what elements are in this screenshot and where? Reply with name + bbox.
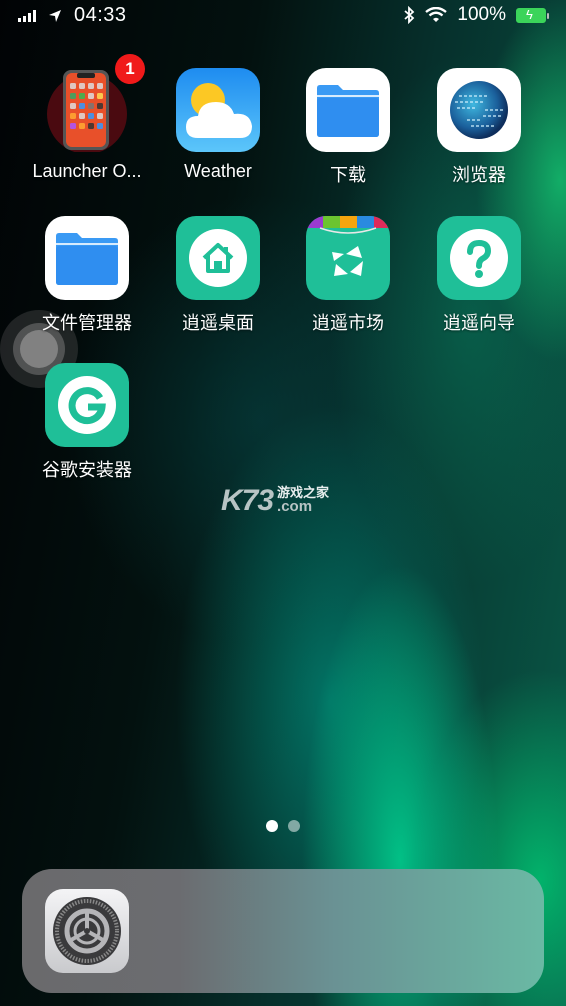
app-label: 逍遥市场	[312, 313, 384, 333]
app-launcher[interactable]: 1 Launcher O...	[22, 54, 152, 182]
globe-icon	[437, 68, 521, 152]
status-bar: 04:33 100% ϟ	[0, 0, 566, 34]
home-icon	[176, 216, 260, 300]
app-file-manager[interactable]: 文件管理器	[22, 216, 152, 335]
app-label: Launcher O...	[32, 161, 142, 181]
app-google-installer[interactable]: 谷歌安装器	[22, 363, 152, 482]
battery-percent: 100%	[457, 4, 506, 25]
app-xiaoyao-market[interactable]: 逍遥市场	[283, 216, 413, 335]
app-xiaoyao-guide[interactable]: 逍遥向导	[414, 216, 544, 335]
app-label: 文件管理器	[42, 313, 132, 333]
app-weather[interactable]: Weather	[153, 68, 283, 182]
app-xiaoyao-desktop[interactable]: 逍遥桌面	[153, 216, 283, 335]
app-label: 逍遥向导	[443, 313, 515, 333]
google-g-icon	[45, 363, 129, 447]
app-label: Weather	[184, 161, 252, 181]
page-indicator[interactable]	[266, 820, 300, 832]
location-arrow-icon	[49, 9, 61, 22]
page-dot-active[interactable]	[266, 820, 278, 832]
page-dot[interactable]	[288, 820, 300, 832]
question-icon	[437, 216, 521, 300]
app-label: 下载	[330, 165, 366, 185]
settings-gear-icon[interactable]	[45, 889, 129, 973]
notification-badge: 1	[115, 54, 145, 84]
bluetooth-icon	[404, 6, 415, 24]
folder-icon	[45, 216, 129, 300]
k73-watermark: K73 游戏之家 .com	[221, 486, 329, 516]
app-label: 逍遥桌面	[182, 313, 254, 333]
status-time: 04:33	[74, 4, 127, 26]
app-label: 浏览器	[452, 165, 506, 185]
weather-icon	[176, 68, 260, 152]
app-download[interactable]: 下载	[283, 68, 413, 187]
signal-icon	[18, 9, 36, 22]
launcher-phone-icon	[45, 68, 129, 152]
app-label: 谷歌安装器	[42, 460, 132, 480]
battery-charging-icon: ϟ	[516, 7, 549, 23]
folder-icon	[306, 68, 390, 152]
watermark-domain: .com	[277, 498, 313, 515]
watermark-brand: K73	[221, 484, 274, 517]
app-browser[interactable]: 浏览器	[414, 68, 544, 187]
dock	[22, 869, 544, 993]
wifi-icon	[425, 7, 448, 22]
market-bag-icon	[306, 216, 390, 300]
